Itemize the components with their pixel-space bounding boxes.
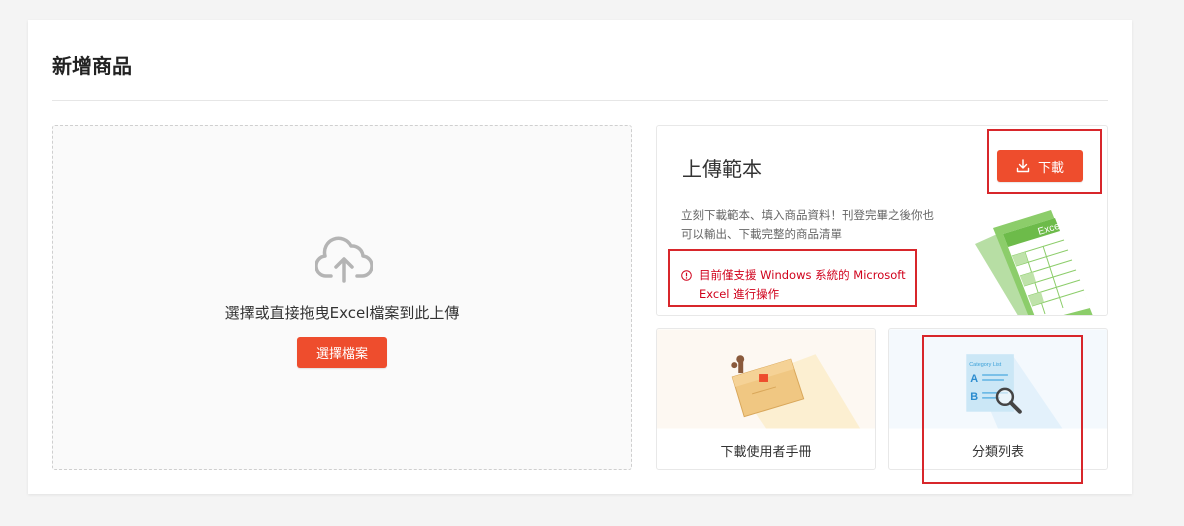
template-description: 立刻下載範本、填入商品資料！刊登完畢之後你也可以輸出、下載完整的商品清單 [681,208,934,241]
user-manual-folder-icon [657,329,875,429]
title-divider [52,100,1108,101]
category-list-icon: Category List A B [889,329,1107,429]
template-title: 上傳範本 [682,157,762,181]
download-template-button[interactable]: 下載 [997,150,1083,182]
category-list-label: 分類列表 [971,445,1024,460]
page-title: 新增商品 [52,54,132,78]
download-icon [1016,159,1030,173]
alert-circle-icon [681,270,692,281]
user-manual-label: 下載使用者手冊 [720,445,812,460]
upload-template-panel: 上傳範本 下載 立刻下載範本、填入商品資料！刊登完畢之後你也可以輸出、下載完整的… [656,125,1108,316]
cloud-upload-icon [315,236,373,283]
upload-hint: 選擇或直接拖曳Excel檔案到此上傳 [224,304,460,322]
windows-support-warning: 目前僅支援 Windows 系統的 Microsoft Excel 進行操作 [681,266,921,304]
add-product-card: 新增商品 選擇或直接拖曳Excel檔案到此上傳 選擇檔案 上傳範本 下載 立刻下… [28,20,1132,494]
category-list-illustration-letter-b: B [970,391,978,403]
download-label: 下載 [1037,160,1064,176]
category-list-illustration-title: Category List [969,362,1002,368]
file-dropzone[interactable]: 選擇或直接拖曳Excel檔案到此上傳 選擇檔案 [52,125,632,470]
warning-text: 目前僅支援 Windows 系統的 Microsoft Excel 進行操作 [699,268,906,301]
category-list-illustration-letter-a: A [970,373,978,385]
tile-user-manual[interactable]: 下載使用者手冊 [656,328,876,470]
select-file-button[interactable]: 選擇檔案 [297,337,387,368]
excel-sheet-illustration: Excel [975,210,1093,315]
tile-category-list[interactable]: Category List A B 分類列表 [888,328,1108,470]
